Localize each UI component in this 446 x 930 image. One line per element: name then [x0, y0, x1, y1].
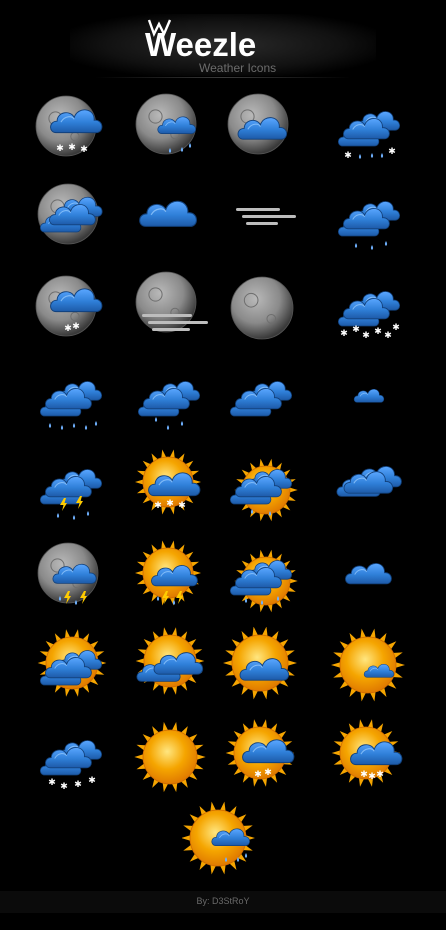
svg-text:✱: ✱: [352, 325, 360, 335]
svg-text:✱: ✱: [56, 144, 64, 154]
cloud-single-icon: [330, 537, 410, 617]
moon-cloud-thunder-icon: [32, 537, 112, 617]
svg-text:✱: ✱: [362, 331, 370, 341]
clouds-thunderstorm-icon: [32, 446, 112, 526]
svg-text:✱: ✱: [368, 772, 376, 782]
app-title: Weezle: [145, 26, 257, 63]
svg-text:✱: ✱: [74, 780, 82, 790]
clouds-heavy-snow-icon: ✱ ✱ ✱ ✱ ✱ ✱: [330, 268, 410, 348]
sun-clouds-icon: [130, 627, 210, 707]
svg-text:✱: ✱: [64, 324, 72, 334]
moon-cloud-snow-icon: ✱ ✱ ✱: [32, 88, 112, 168]
cloud-icon: [130, 178, 210, 258]
sun-clouds-sleet-icon: [222, 446, 302, 526]
svg-text:✱: ✱: [340, 329, 348, 339]
svg-text:✱: ✱: [392, 323, 400, 333]
svg-text:✱: ✱: [374, 327, 382, 337]
footer-credit: By: D3StRoY: [196, 896, 250, 906]
svg-text:✱: ✱: [264, 768, 272, 778]
sun-cloud-snow-light-icon: ✱ ✱: [222, 717, 302, 797]
sun-clouds-heavy-icon: [32, 627, 112, 707]
svg-text:✱: ✱: [384, 331, 392, 341]
svg-text:✱: ✱: [72, 322, 80, 332]
moon-cloud-snow-light-icon: ✱ ✱: [32, 268, 112, 348]
svg-text:✱: ✱: [178, 501, 186, 511]
fog-icon: [222, 178, 302, 258]
sun-cloud-snow-heavy-icon: ✱ ✱ ✱: [330, 717, 410, 797]
app-subtitle: Weather Icons: [199, 61, 277, 75]
clouds-heavy-rain-icon: [32, 358, 112, 438]
sun-clouds-sleet-heavy-icon: [222, 537, 302, 617]
header: Weezle Weather Icons: [0, 0, 446, 80]
svg-text:✱: ✱: [360, 770, 368, 780]
moon-icon: [222, 268, 302, 348]
header-divider: [95, 77, 351, 78]
svg-text:✱: ✱: [48, 778, 56, 788]
sun-cloud-small-icon: [330, 627, 410, 707]
clouds-partly-icon: [330, 446, 410, 526]
svg-text:✱: ✱: [344, 151, 352, 161]
moon-fog-icon: [130, 268, 210, 348]
svg-text:✱: ✱: [154, 501, 162, 511]
moon-cloud-rain-icon: [130, 88, 210, 168]
svg-text:✱: ✱: [166, 499, 174, 509]
sun-icon: [130, 717, 210, 797]
sun-cloud-rain-icon: [182, 800, 262, 880]
sun-cloud-snow-icon: ✱ ✱ ✱: [130, 446, 210, 526]
clouds-snow-rain-icon: ✱ ✱: [330, 88, 410, 168]
svg-text:✱: ✱: [88, 776, 96, 786]
clouds-snow-icon: ✱ ✱ ✱ ✱: [32, 717, 112, 797]
cloud-small-icon: [330, 358, 410, 438]
sun-cloud-icon: [222, 627, 302, 707]
svg-text:✱: ✱: [60, 782, 68, 792]
clouds-rain-icon: [330, 178, 410, 258]
clouds-overcast-icon: [222, 358, 302, 438]
moon-cloud-icon: [222, 88, 302, 168]
svg-text:✱: ✱: [68, 143, 76, 153]
svg-text:✱: ✱: [254, 770, 262, 780]
moon-clouds-icon: [32, 178, 112, 258]
svg-text:✱: ✱: [376, 770, 384, 780]
svg-text:✱: ✱: [388, 147, 396, 157]
clouds-rain-light-icon: [130, 358, 210, 438]
sun-cloud-thunder-icon: [130, 537, 210, 617]
svg-text:✱: ✱: [80, 145, 88, 155]
